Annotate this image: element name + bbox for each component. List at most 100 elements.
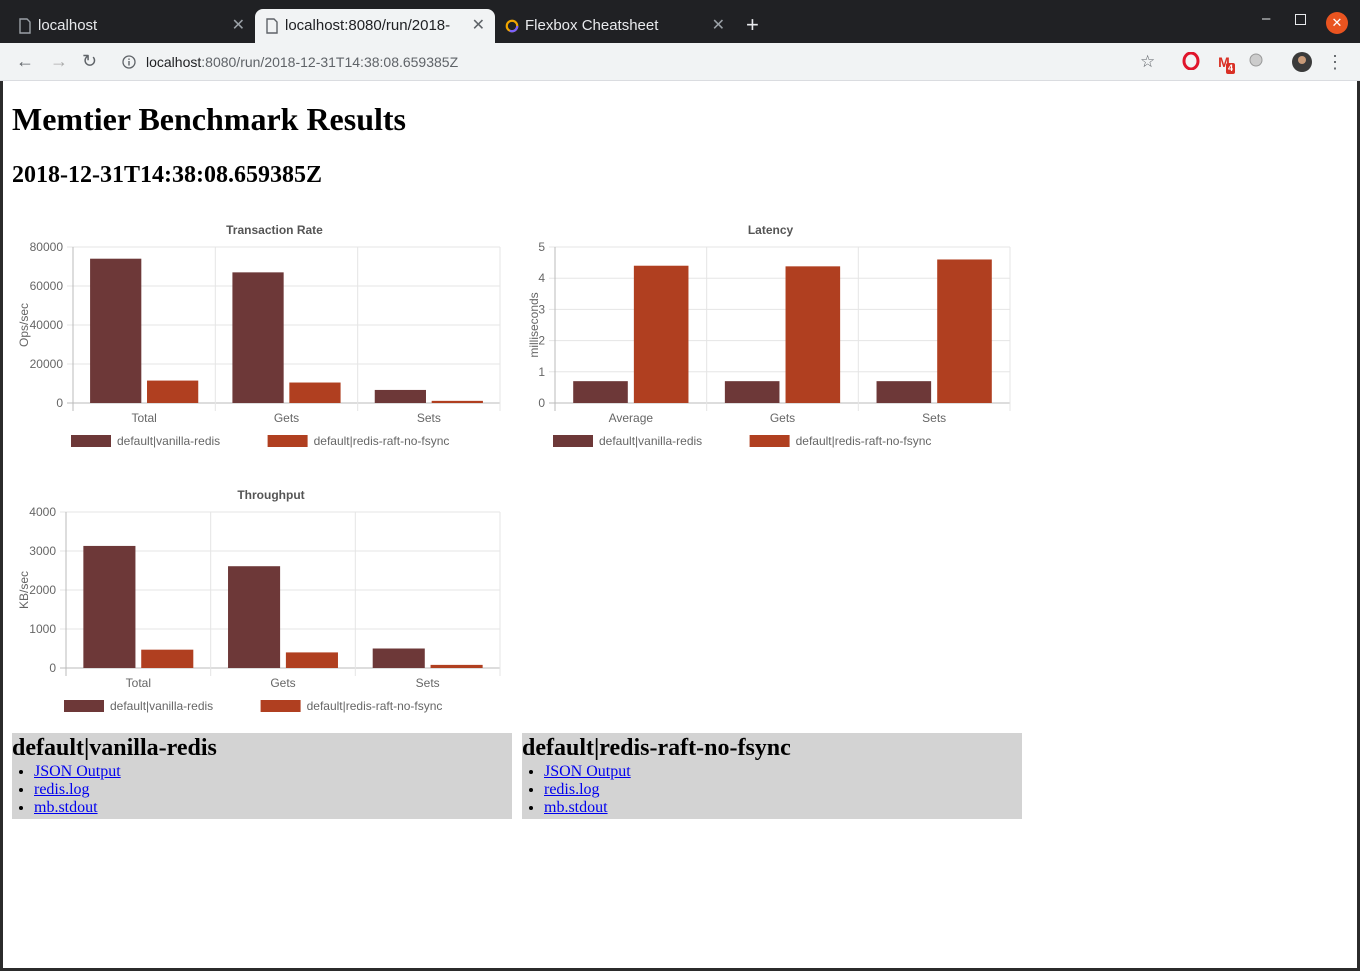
minimize-icon[interactable]: – [1262,10,1270,27]
close-window-button[interactable]: ✕ [1326,12,1348,34]
tab-flexbox[interactable]: Flexbox Cheatsheet ✕ [495,9,735,43]
page-title: Memtier Benchmark Results [12,101,406,137]
page-icon [266,18,278,34]
list-item: mb.stdout [34,799,512,817]
new-tab-button[interactable]: + [746,12,759,38]
throughput-chart: Throughput 0 1000 2000 3000 4000 KB/sec Total Ge… [10,481,510,726]
y-tick-label: 0 [49,661,56,675]
y-tick-label: 4 [538,271,545,285]
redis-log-link[interactable]: redis.log [544,781,600,798]
legend-swatch [71,435,111,447]
run-name: default|vanilla-redis [12,735,217,761]
bar-redis-raft-no-fsync [141,649,194,668]
menu-kebab-icon[interactable]: ⋮ [1325,52,1345,72]
bar-vanilla-redis [724,381,780,403]
back-icon[interactable]: ← [16,49,34,73]
legend-swatch [64,700,104,712]
forward-icon[interactable]: → [50,49,68,73]
legend-label: default|redis-raft-no-fsync [796,434,932,448]
legend-swatch [553,435,593,447]
bar-vanilla-redis [573,381,628,403]
tab-strip: localhost ✕ localhost:8080/run/2018- ✕ F… [0,0,1360,43]
bookmark-star-icon[interactable]: ☆ [1140,48,1155,76]
y-tick-label: 60000 [30,279,64,293]
legend-label: default|redis-raft-no-fsync [307,699,443,713]
redis-log-link[interactable]: redis.log [34,781,90,798]
x-tick-label: Sets [416,676,440,690]
list-item: JSON Output [544,763,1022,781]
browser-toolbar: ← → ↻ localhost:8080/run/2018-12-31T14:3… [0,43,1360,81]
run-links: JSON Output redis.log mb.stdout [522,763,1022,817]
tab-title: localhost:8080/run/2018- [285,17,451,34]
y-tick-label: 0 [56,396,63,410]
legend-swatch [260,700,301,712]
y-tick-label: 3000 [29,544,56,558]
mb-stdout-link[interactable]: mb.stdout [544,799,608,816]
latency-chart: Latency 0 1 2 3 4 5 milliseconds Average Gets Sets… [520,216,1020,461]
bar-vanilla-redis [876,381,932,403]
y-axis-label: KB/sec [17,571,31,609]
bar-vanilla-redis [90,258,142,403]
chart-svg: Throughput 0 1000 2000 3000 4000 KB/sec Total Ge… [17,488,501,713]
bar-vanilla-redis [374,389,426,403]
bar-redis-raft-no-fsync [147,380,199,403]
flexbox-favicon-icon [505,19,519,33]
info-icon[interactable] [122,55,136,69]
legend-swatch [749,435,790,447]
bar-redis-raft-no-fsync [633,265,689,403]
y-tick-label: 40000 [30,318,64,332]
x-tick-label: Total [131,411,156,425]
list-item: JSON Output [34,763,512,781]
y-axis-label: milliseconds [527,292,541,357]
json-output-link[interactable]: JSON Output [544,763,631,780]
tab-localhost[interactable]: localhost ✕ [8,9,255,43]
gmail-badge: 4 [1226,63,1236,74]
gmail-extension-icon[interactable]: M4 [1214,52,1236,74]
json-output-link[interactable]: JSON Output [34,763,121,780]
bar-redis-raft-no-fsync [285,652,338,668]
legend-label: default|vanilla-redis [599,434,702,448]
extension-circle-icon[interactable] [1246,52,1266,72]
bar-redis-raft-no-fsync [937,259,992,403]
legend-label: default|vanilla-redis [110,699,213,713]
bar-redis-raft-no-fsync [289,382,341,403]
legend-label: default|vanilla-redis [117,434,220,448]
opera-extension-icon[interactable] [1181,51,1201,72]
page-icon [19,18,31,34]
list-item: mb.stdout [544,799,1022,817]
bar-redis-raft-no-fsync [430,664,483,668]
close-tab-icon[interactable]: ✕ [712,9,725,43]
y-tick-label: 80000 [30,240,64,254]
maximize-icon[interactable] [1295,14,1306,25]
mb-stdout-link[interactable]: mb.stdout [34,799,98,816]
y-axis-label: Ops/sec [17,303,31,347]
tab-title: Flexbox Cheatsheet [525,17,659,34]
close-tab-icon[interactable]: ✕ [232,9,245,43]
list-item: redis.log [544,781,1022,799]
address-bar[interactable]: localhost:8080/run/2018-12-31T14:38:08.6… [112,48,1170,76]
reload-icon[interactable]: ↻ [82,49,97,73]
url-text: localhost:8080/run/2018-12-31T14:38:08.6… [146,54,459,70]
y-tick-label: 20000 [30,357,64,371]
transaction-rate-chart: Transaction Rate 0 20000 40000 60000 80000 Ops… [10,216,510,461]
bar-redis-raft-no-fsync [431,400,483,403]
bar-vanilla-redis [232,272,284,403]
chart-svg: Transaction Rate 0 20000 40000 60000 80000 Ops… [17,223,501,448]
close-tab-icon[interactable]: ✕ [472,9,485,43]
profile-avatar[interactable] [1292,52,1312,72]
y-tick-label: 0 [538,396,545,410]
run-panel-redis-raft-no-fsync: default|redis-raft-no-fsync JSON Output … [522,733,1022,819]
y-tick-label: 5 [538,240,545,254]
run-name: default|redis-raft-no-fsync [522,735,791,761]
run-timestamp: 2018-12-31T14:38:08.659385Z [12,162,322,188]
x-tick-label: Average [609,411,654,425]
y-tick-label: 1000 [29,622,56,636]
bar-vanilla-redis [83,545,136,668]
chart-title: Latency [748,223,794,237]
tab-run[interactable]: localhost:8080/run/2018- ✕ [255,9,495,43]
x-tick-label: Gets [274,411,299,425]
legend-swatch [267,435,308,447]
chart-title: Transaction Rate [226,223,323,237]
x-tick-label: Total [126,676,151,690]
y-tick-label: 1 [538,365,545,379]
